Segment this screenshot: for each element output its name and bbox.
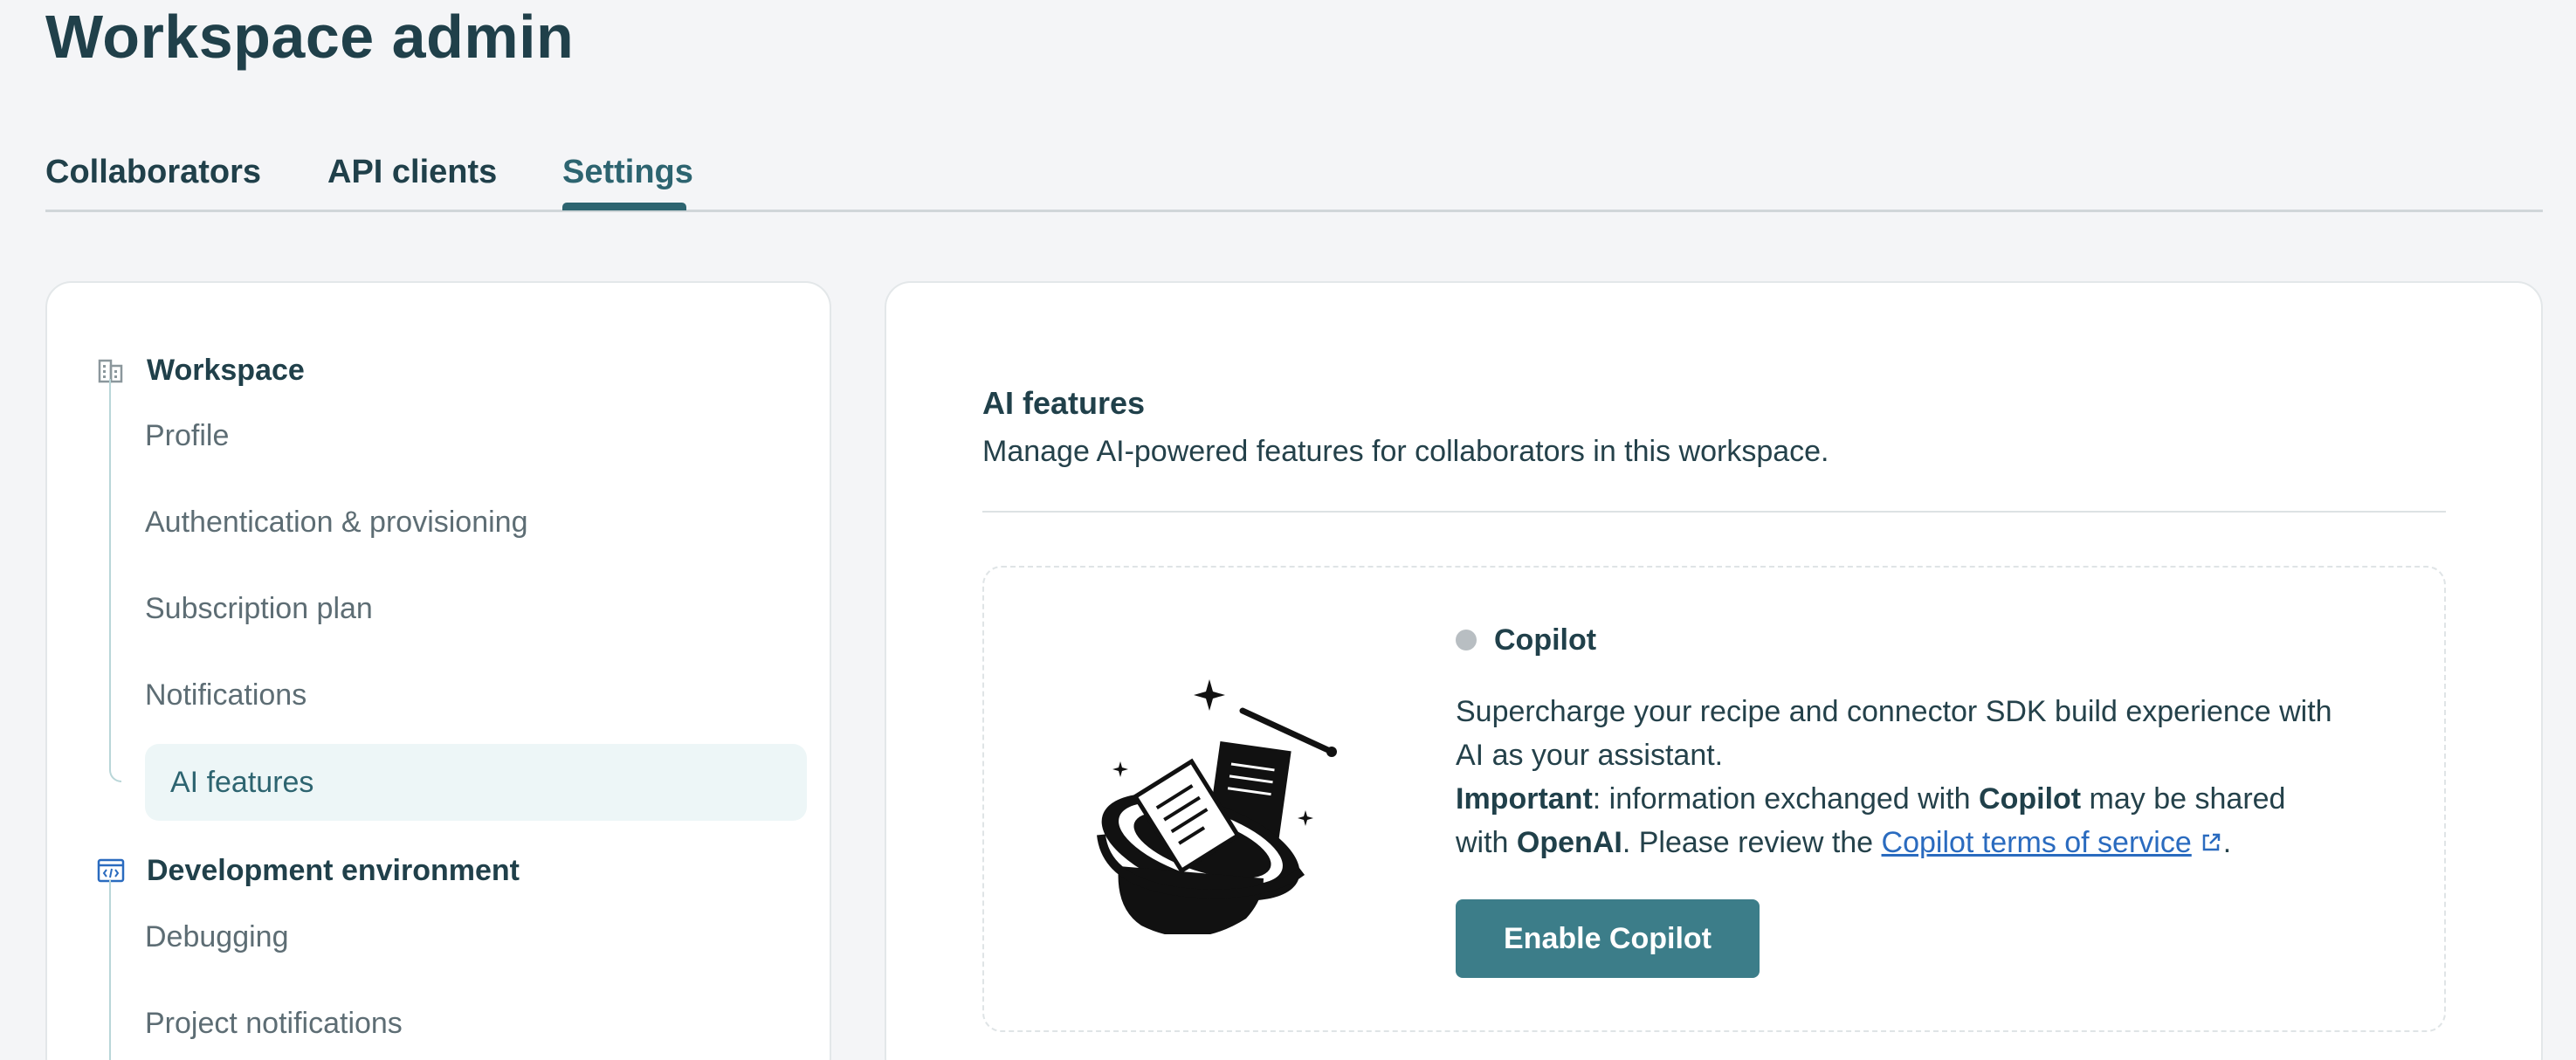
- sidebar-section-development-environment[interactable]: Development environment: [96, 849, 520, 892]
- settings-sidebar: Workspace Profile Authentication & provi…: [45, 281, 831, 1060]
- tree-connector: [109, 880, 121, 1060]
- feature-description: Supercharge your recipe and connector SD…: [1456, 690, 2346, 864]
- tab-settings[interactable]: Settings: [562, 150, 693, 194]
- tab-bar: Collaborators API clients Settings: [45, 140, 2543, 212]
- sidebar-section-label: Development environment: [147, 853, 520, 887]
- settings-main-panel: AI features Manage AI-powered features f…: [885, 281, 2543, 1060]
- section-description: Manage AI-powered features for collabora…: [982, 435, 1829, 468]
- feature-name: Copilot: [1494, 623, 1597, 657]
- important-label: Important: [1456, 782, 1593, 816]
- feature-header: Copilot: [1456, 620, 1596, 660]
- important-text: : information exchanged with: [1592, 782, 1980, 816]
- sidebar-item-authentication[interactable]: Authentication & provisioning: [145, 500, 528, 544]
- sidebar-item-subscription-plan[interactable]: Subscription plan: [145, 587, 373, 630]
- section-title: AI features: [982, 385, 1146, 421]
- enable-copilot-button[interactable]: Enable Copilot: [1456, 899, 1760, 978]
- important-text: . Please review the: [1622, 826, 1882, 859]
- active-tab-indicator: [562, 203, 686, 210]
- workspace-admin-page: Workspace admin Collaborators API client…: [0, 0, 2576, 1060]
- sidebar-item-project-notifications[interactable]: Project notifications: [145, 1001, 403, 1045]
- feature-summary: Supercharge your recipe and connector SD…: [1456, 695, 2332, 772]
- sidebar-item-debugging[interactable]: Debugging: [145, 915, 288, 959]
- openai-bold: OpenAI: [1516, 826, 1622, 859]
- sidebar-section-label: Workspace: [147, 353, 305, 387]
- tab-api-clients[interactable]: API clients: [327, 150, 497, 194]
- sidebar-item-profile[interactable]: Profile: [145, 414, 229, 458]
- divider: [982, 511, 2446, 513]
- magic-hat-icon: [1080, 664, 1360, 938]
- tab-collaborators[interactable]: Collaborators: [45, 150, 261, 194]
- important-text: .: [2222, 826, 2232, 859]
- sidebar-section-workspace[interactable]: Workspace: [96, 348, 305, 392]
- page-title: Workspace admin: [45, 3, 575, 71]
- status-indicator: [1456, 630, 1477, 650]
- copilot-bold: Copilot: [1979, 782, 2082, 816]
- copilot-terms-link[interactable]: Copilot terms of service: [1882, 826, 2192, 859]
- sidebar-item-ai-features[interactable]: AI features: [170, 761, 313, 804]
- sidebar-item-notifications[interactable]: Notifications: [145, 673, 307, 717]
- tree-connector: [109, 379, 121, 782]
- copilot-feature-card: Copilot Supercharge your recipe and conn…: [982, 566, 2446, 1032]
- external-link-icon[interactable]: [2199, 823, 2223, 851]
